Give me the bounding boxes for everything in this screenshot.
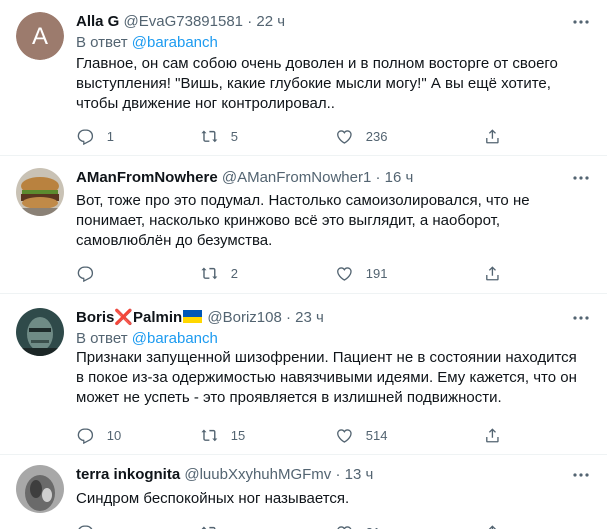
tweet-text: Главное, он сам собою очень доволен и в … xyxy=(76,55,558,112)
tweet-actions: 1 5 236 xyxy=(76,126,501,146)
tweet-text: Признаки запущенной шизофрении. Пациент … xyxy=(76,349,577,406)
tweet-header: AManFromNowhere @AManFromNowher1 · 16 ч xyxy=(76,168,591,188)
cross-mark-emoji: ❌ xyxy=(114,309,134,326)
avatar[interactable] xyxy=(16,308,64,356)
like-count: 236 xyxy=(365,128,388,144)
share-icon xyxy=(486,128,499,144)
like-count: 514 xyxy=(365,427,388,443)
reply-button[interactable] xyxy=(76,263,107,283)
heart-icon xyxy=(337,129,352,144)
like-count: 21 xyxy=(366,525,380,529)
more-options-icon[interactable] xyxy=(571,12,591,32)
username[interactable]: @AManFromNowher1 xyxy=(222,169,371,186)
share-button[interactable] xyxy=(483,522,502,529)
heart-icon xyxy=(337,525,352,529)
reply-context: В ответ @barabanch xyxy=(76,329,218,349)
heart-icon xyxy=(337,266,352,281)
share-button[interactable] xyxy=(483,263,502,283)
retweet-button[interactable]: 5 xyxy=(200,126,238,146)
reply-prefix: В ответ xyxy=(76,34,128,51)
share-button[interactable] xyxy=(483,126,502,146)
tweet-actions: 10 15 514 xyxy=(76,425,501,445)
heart-icon xyxy=(337,428,352,443)
separator: · xyxy=(286,309,291,326)
tweet[interactable]: AManFromNowhere @AManFromNowher1 · 16 ч … xyxy=(0,156,607,294)
reply-button[interactable] xyxy=(76,522,107,529)
reply-icon xyxy=(77,266,94,282)
retweet-count: 5 xyxy=(230,128,238,144)
timestamp[interactable]: 22 ч xyxy=(256,13,285,30)
reply-button[interactable]: 1 xyxy=(76,126,114,146)
username[interactable]: @EvaG73891581 xyxy=(124,13,243,30)
display-name[interactable]: AManFromNowhere xyxy=(76,169,218,186)
tweet-text: Вот, тоже про это подумал. Настолько сам… xyxy=(76,192,530,249)
retweet-icon xyxy=(201,130,218,142)
avatar[interactable]: A xyxy=(16,12,64,60)
username[interactable]: @luubXxyhuhMGFmv xyxy=(184,466,331,483)
retweet-count: 15 xyxy=(230,427,246,443)
tweet-header: Boris❌Palmin @Boriz108 · 23 ч xyxy=(76,308,591,328)
avatar[interactable] xyxy=(16,168,64,216)
share-icon xyxy=(486,265,499,281)
tweet-actions: 21 xyxy=(76,522,501,529)
reply-button[interactable]: 10 xyxy=(76,425,121,445)
reply-icon xyxy=(77,129,94,145)
tweet[interactable]: A Alla G @EvaG73891581 · 22 ч В ответ @b… xyxy=(0,0,607,156)
reply-context: В ответ @barabanch xyxy=(76,33,218,53)
reply-prefix: В ответ xyxy=(76,330,128,347)
timestamp[interactable]: 23 ч xyxy=(295,309,324,326)
display-name[interactable]: Alla G xyxy=(76,13,119,30)
ukraine-flag-icon xyxy=(183,310,203,323)
separator: · xyxy=(247,13,253,30)
username[interactable]: @Boriz108 xyxy=(207,309,281,326)
like-button[interactable]: 191 xyxy=(335,263,387,283)
display-name-part2: Palmin xyxy=(133,309,183,326)
retweet-icon xyxy=(201,526,216,529)
display-name[interactable]: terra inkognita xyxy=(76,466,180,483)
more-options-icon[interactable] xyxy=(571,308,591,328)
share-icon xyxy=(486,427,499,443)
timestamp[interactable]: 13 ч xyxy=(345,466,374,483)
tweet-header: Alla G @EvaG73891581 · 22 ч xyxy=(76,12,591,32)
reply-count: 10 xyxy=(106,427,122,443)
avatar-letter: A xyxy=(32,23,48,50)
separator: · xyxy=(375,169,381,186)
retweet-button[interactable] xyxy=(200,522,231,529)
display-name[interactable]: Boris❌Palmin xyxy=(76,309,203,326)
more-options-icon[interactable] xyxy=(571,168,591,188)
retweet-button[interactable]: 15 xyxy=(200,425,245,445)
retweet-icon xyxy=(201,429,218,441)
share-icon xyxy=(488,524,496,529)
like-button[interactable]: 21 xyxy=(335,522,380,529)
like-button[interactable]: 514 xyxy=(335,425,387,445)
separator: · xyxy=(335,466,341,483)
display-name-part1: Boris xyxy=(76,309,115,326)
tweet[interactable]: Boris❌Palmin @Boriz108 · 23 ч В ответ @b… xyxy=(0,294,607,455)
reply-mention-link[interactable]: @barabanch xyxy=(132,330,218,347)
retweet-button[interactable]: 2 xyxy=(200,263,238,283)
reply-icon xyxy=(78,525,93,529)
more-options-icon[interactable] xyxy=(571,465,591,485)
reply-icon xyxy=(77,428,94,444)
avatar[interactable] xyxy=(16,465,64,513)
tweet-text: Синдром беспокойных ног называется. xyxy=(76,490,350,507)
tweet[interactable]: terra inkognita @luubXxyhuhMGFmv · 13 ч … xyxy=(0,455,607,529)
share-button[interactable] xyxy=(483,425,502,445)
timestamp[interactable]: 16 ч xyxy=(385,169,414,186)
reply-mention-link[interactable]: @barabanch xyxy=(132,34,218,51)
retweet-icon xyxy=(201,267,218,279)
tweet-actions: 2 191 xyxy=(76,263,501,283)
retweet-count: 2 xyxy=(230,265,238,281)
like-button[interactable]: 236 xyxy=(335,126,387,146)
reply-count: 1 xyxy=(106,128,114,144)
like-count: 191 xyxy=(365,265,388,281)
tweet-header: terra inkognita @luubXxyhuhMGFmv · 13 ч xyxy=(76,465,591,485)
